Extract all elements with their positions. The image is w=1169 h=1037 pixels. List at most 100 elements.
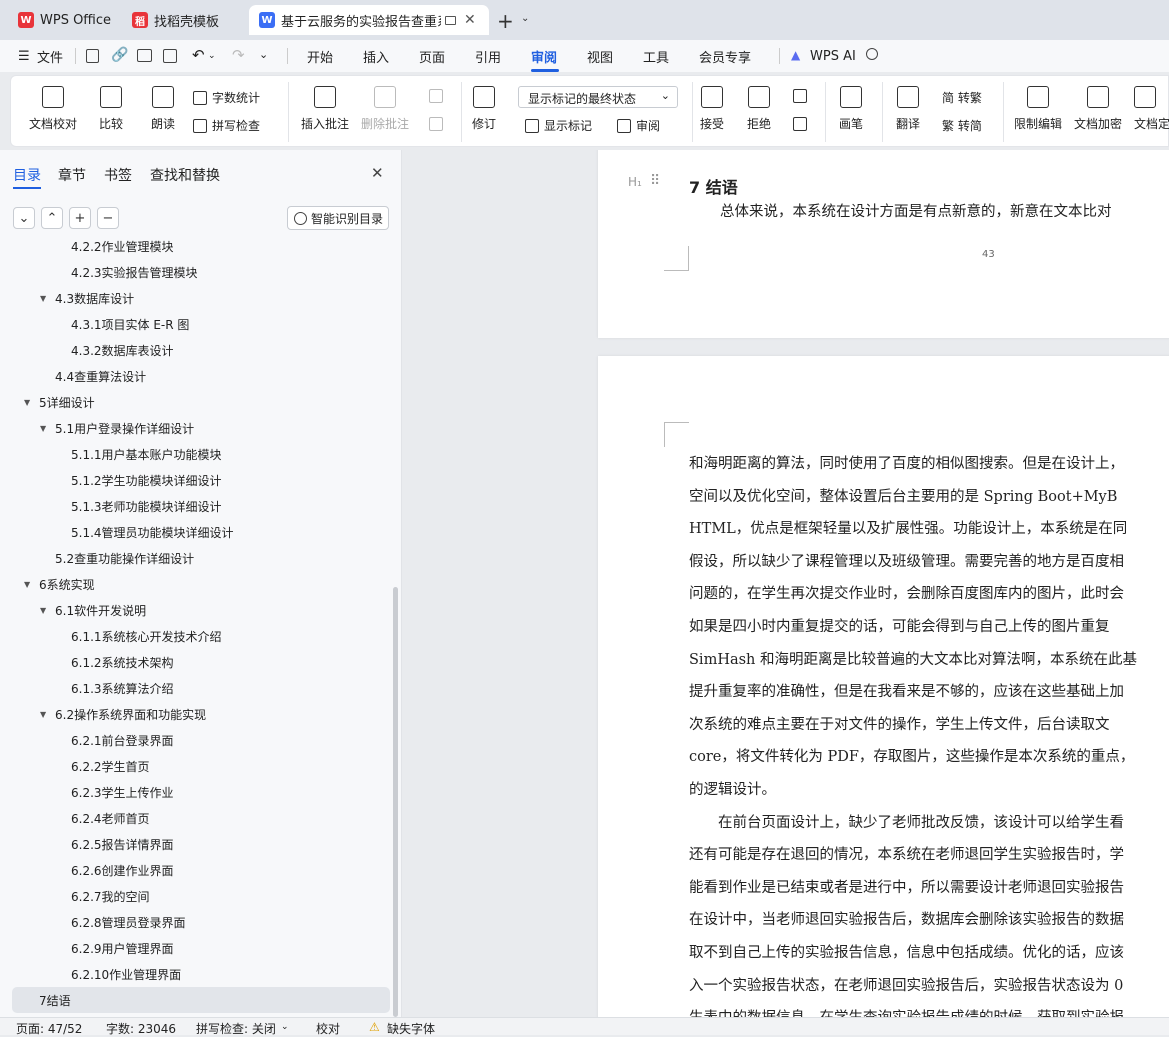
restrict-editing-button[interactable]: 限制编辑 (1014, 76, 1062, 132)
tab-find-replace[interactable]: 查找和替换 (150, 165, 220, 185)
toc-item[interactable]: 4.2.3实验报告管理模块 (0, 259, 392, 285)
toc-item[interactable]: 7结语 (12, 987, 390, 1013)
reject-button[interactable]: 拒绝 (747, 76, 771, 132)
track-changes-button[interactable]: 修订 (472, 76, 496, 132)
tab-wps-office[interactable]: W WPS Office (8, 5, 116, 35)
toc-item[interactable]: 6.2.1前台登录界面 (0, 727, 392, 753)
menu-tab-page[interactable]: 页面 (419, 47, 445, 66)
insert-comment-button[interactable]: 插入批注 (301, 76, 349, 132)
toc-item[interactable]: ▼ 6.1软件开发说明 (0, 597, 392, 623)
remove-toc-item-button[interactable]: − (97, 207, 119, 229)
toc-item[interactable]: 5.1.2学生功能模块详细设计 (0, 467, 392, 493)
save-icon[interactable] (86, 49, 99, 63)
collapse-level-button[interactable]: ⌃ (41, 207, 63, 229)
proofread-status[interactable]: 校对 (316, 1020, 340, 1037)
markup-state-select[interactable]: 显示标记的最终状态 ⌄ (518, 86, 678, 108)
print-preview-icon[interactable] (163, 49, 177, 63)
prev-comment-button[interactable] (429, 89, 448, 103)
tab-docer[interactable]: 稻 找稻壳模板 (122, 5, 244, 35)
menu-tab-insert[interactable]: 插入 (363, 47, 389, 66)
to-simplified-button[interactable]: 繁 转简 (942, 117, 982, 134)
toc-item[interactable]: ▼ 6.2操作系统界面和功能实现 (0, 701, 392, 727)
new-tab-button[interactable]: + (497, 9, 514, 33)
page-indicator[interactable]: 页面: 47/52 (16, 1020, 82, 1037)
accept-button[interactable]: 接受 (700, 76, 724, 132)
toc-item[interactable]: 4.3.1项目实体 E-R 图 (0, 311, 392, 337)
doc-proofread-button[interactable]: 文档校对 (29, 76, 77, 132)
expand-triangle-icon[interactable]: ▼ (24, 580, 30, 589)
toc-item[interactable]: 5.2查重功能操作详细设计 (0, 545, 392, 571)
expand-level-button[interactable]: ⌄ (13, 207, 35, 229)
encrypt-button[interactable]: 文档加密 (1074, 76, 1122, 132)
toc-item[interactable]: ▼ 4.3数据库设计 (0, 285, 392, 311)
toc-item[interactable]: 4.3.2数据库表设计 (0, 337, 392, 363)
delete-comment-button[interactable]: 删除批注 (361, 76, 409, 132)
chevron-down-icon[interactable]: ⌄ (259, 48, 268, 61)
tab-document[interactable]: W 基于云服务的实验报告查重系统 ✕ (249, 5, 489, 35)
drag-handle-icon[interactable]: ⠿ (650, 173, 660, 189)
toc-item[interactable]: 4.2.2作业管理模块 (0, 240, 392, 259)
toc-item[interactable]: 6.1.2系统技术架构 (0, 649, 392, 675)
heading-marker[interactable]: H₁ (628, 175, 642, 189)
compare-button[interactable]: 比较 (99, 76, 123, 132)
menu-tab-view[interactable]: 视图 (587, 47, 613, 66)
toc-item[interactable]: 6.2.10作业管理界面 (0, 961, 392, 987)
close-icon[interactable]: ✕ (371, 164, 384, 182)
toc-item[interactable]: ▼ 5详细设计 (0, 389, 392, 415)
translate-button[interactable]: 翻译 (896, 76, 920, 132)
expand-triangle-icon[interactable]: ▼ (40, 294, 46, 303)
menu-icon[interactable]: ☰ (18, 49, 30, 64)
show-markup-button[interactable]: 显示标记 (525, 117, 592, 134)
next-change-button[interactable] (793, 117, 812, 131)
print-icon[interactable] (137, 49, 152, 62)
expand-triangle-icon[interactable]: ▼ (40, 424, 46, 433)
monitor-icon[interactable] (445, 15, 456, 25)
prev-change-button[interactable] (793, 89, 812, 103)
tab-toc[interactable]: 目录 (13, 165, 41, 185)
toc-item[interactable]: 5.1.1用户基本账户功能模块 (0, 441, 392, 467)
toc-item[interactable]: 5.1.4管理员功能模块详细设计 (0, 519, 392, 545)
file-menu[interactable]: 文件 (37, 47, 63, 66)
toc-item[interactable]: 6.2.7我的空间 (0, 883, 392, 909)
toc-item[interactable]: ▼ 6系统实现 (0, 571, 392, 597)
pen-button[interactable]: 画笔 (839, 76, 863, 132)
search-icon[interactable] (866, 48, 878, 60)
chevron-down-icon[interactable]: ⌄ (281, 1022, 289, 1032)
toc-item[interactable]: 6.2.9用户管理界面 (0, 935, 392, 961)
menu-tab-review[interactable]: 审阅 (531, 47, 557, 66)
wps-ai-button[interactable]: WPS AI (810, 49, 856, 64)
toc-item[interactable]: 6.1.1系统核心开发技术介绍 (0, 623, 392, 649)
close-icon[interactable]: ✕ (464, 12, 476, 28)
toc-item[interactable]: 4.4查重算法设计 (0, 363, 392, 389)
toc-item[interactable]: 6.2.5报告详情界面 (0, 831, 392, 857)
chevron-down-icon[interactable]: ⌄ (208, 51, 216, 61)
add-toc-item-button[interactable]: + (69, 207, 91, 229)
undo-icon[interactable]: ↶ (192, 46, 205, 64)
expand-triangle-icon[interactable]: ▼ (40, 710, 46, 719)
word-count[interactable]: 字数: 23046 (106, 1020, 176, 1037)
toc-item[interactable]: 6.2.2学生首页 (0, 753, 392, 779)
tab-chapters[interactable]: 章节 (58, 165, 86, 185)
menu-tab-references[interactable]: 引用 (475, 47, 501, 66)
read-aloud-button[interactable]: 朗读 (151, 76, 175, 132)
review-pane-button[interactable]: 审阅 (617, 117, 660, 134)
finalize-button[interactable]: 文档定 (1134, 76, 1169, 132)
spell-check-button[interactable]: 拼写检查 (193, 117, 260, 134)
link-icon[interactable]: 🔗 (111, 47, 128, 63)
toc-item[interactable]: 6.2.4老师首页 (0, 805, 392, 831)
spell-check-status[interactable]: 拼写检查: 关闭 (196, 1020, 276, 1037)
missing-font[interactable]: 缺失字体 (387, 1020, 435, 1037)
word-count-button[interactable]: 字数统计 (193, 89, 260, 106)
sidebar-scrollbar[interactable] (393, 587, 398, 1017)
expand-triangle-icon[interactable]: ▼ (40, 606, 46, 615)
tab-bookmarks[interactable]: 书签 (104, 165, 132, 185)
smart-toc-button[interactable]: 智能识别目录 (287, 206, 389, 230)
toc-item[interactable]: 5.1.3老师功能模块详细设计 (0, 493, 392, 519)
toc-item[interactable]: 6.1.3系统算法介绍 (0, 675, 392, 701)
menu-tab-membership[interactable]: 会员专享 (699, 47, 751, 66)
redo-icon[interactable]: ↷ (232, 46, 245, 64)
toc-item[interactable]: ▼ 5.1用户登录操作详细设计 (0, 415, 392, 441)
next-comment-button[interactable] (429, 117, 448, 131)
to-traditional-button[interactable]: 简 转繁 (942, 89, 982, 106)
chevron-down-icon[interactable]: ⌄ (521, 13, 529, 24)
